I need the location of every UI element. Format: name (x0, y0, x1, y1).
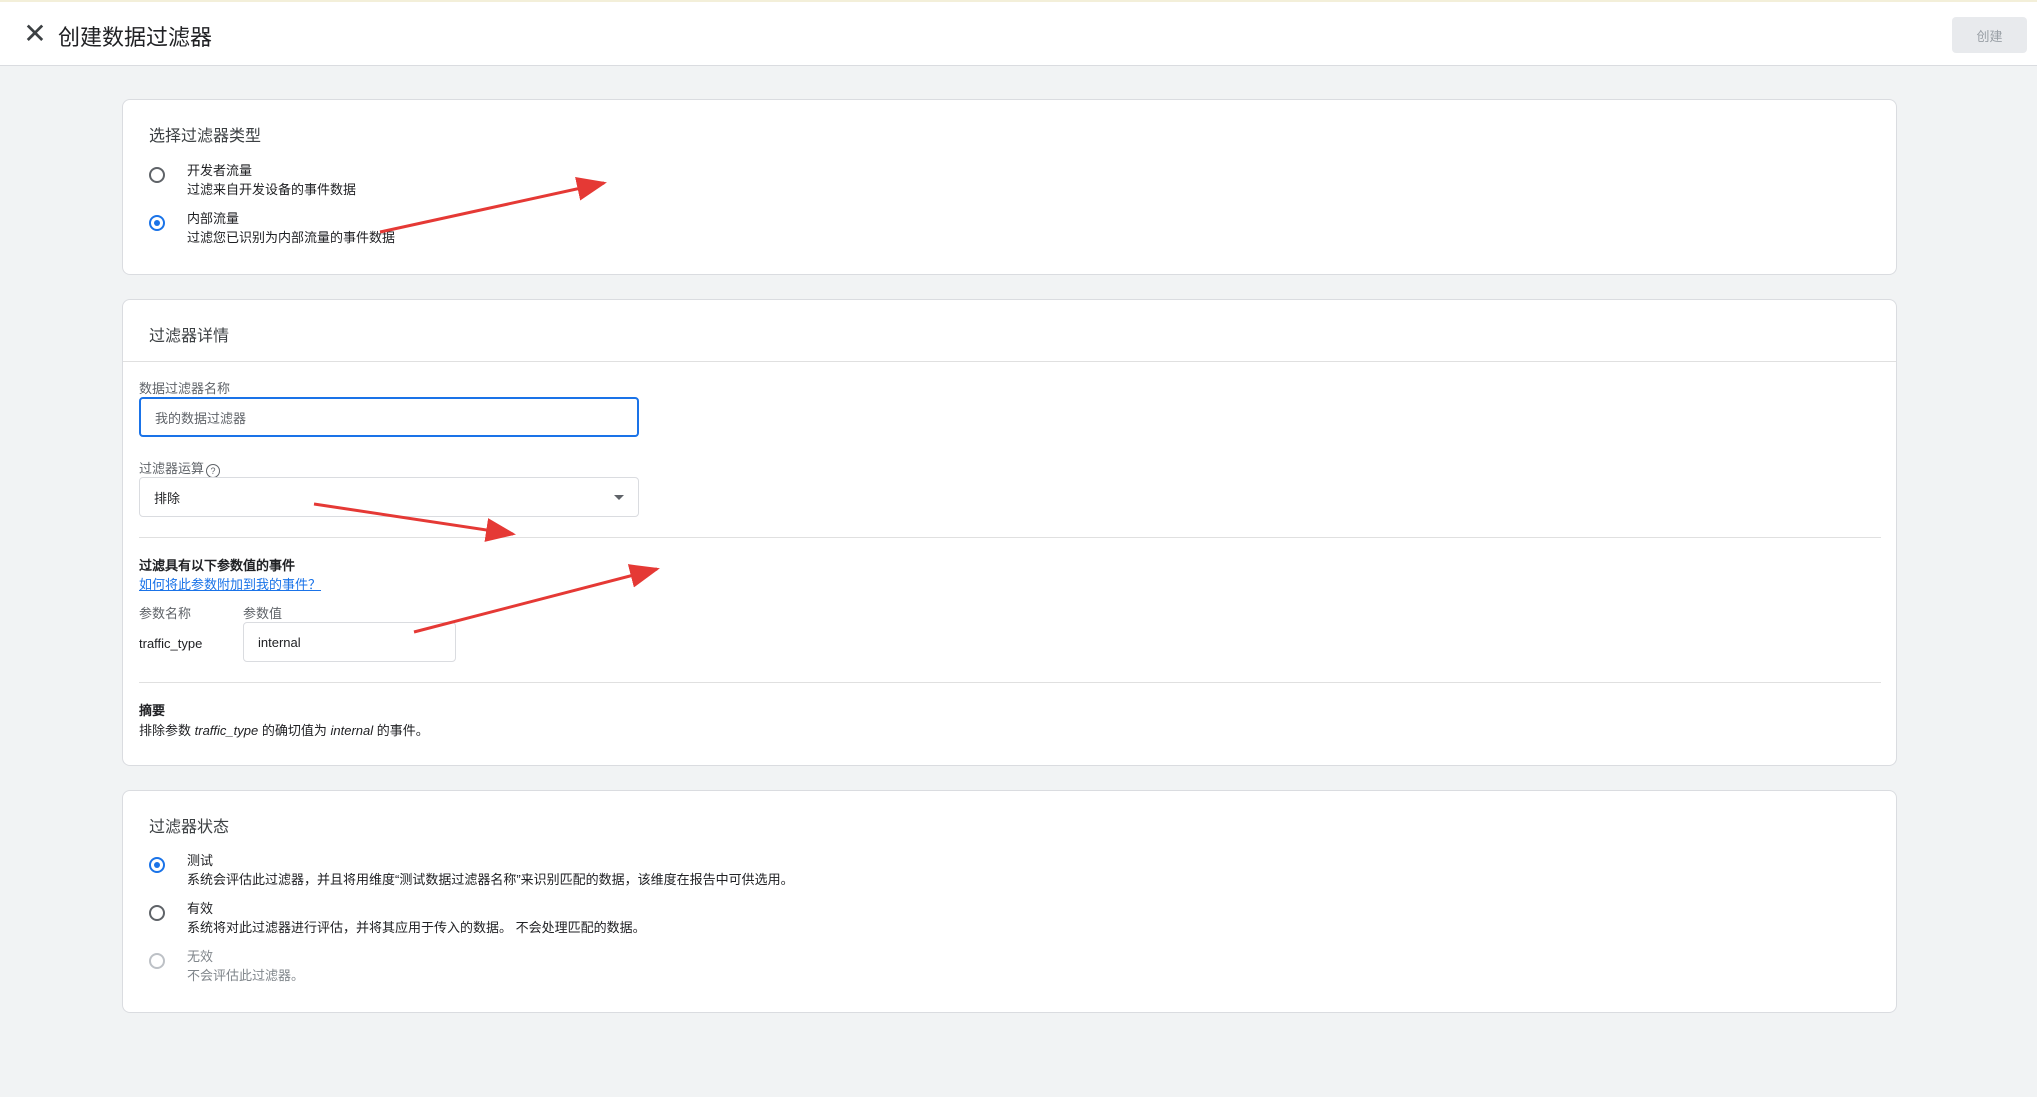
divider (139, 682, 1881, 683)
filter-name-input[interactable]: 我的数据过滤器 (139, 397, 639, 437)
divider (139, 537, 1881, 538)
radio-button-selected[interactable] (149, 215, 165, 231)
summary-value: internal (330, 723, 374, 738)
chevron-down-icon (614, 495, 624, 500)
filter-name-placeholder: 我的数据过滤器 (155, 410, 247, 426)
radio-option-active[interactable]: 有效 系统将对此过滤器进行评估，并将其应用于传入的数据。 不会处理匹配的数据。 (149, 899, 646, 937)
option-description: 系统将对此过滤器进行评估，并将其应用于传入的数据。 不会处理匹配的数据。 (187, 920, 646, 935)
filter-status-card: 过滤器状态 测试 系统会评估此过滤器，并且将用维度“测试数据过滤器名称”来识别匹… (122, 790, 1897, 1013)
filter-type-card: 选择过滤器类型 开发者流量 过滤来自开发设备的事件数据 内部流量 过滤您已识别为… (122, 99, 1897, 275)
divider (123, 361, 1896, 362)
option-description: 过滤您已识别为内部流量的事件数据 (187, 230, 396, 245)
param-value-header: 参数值 (243, 606, 283, 621)
filter-type-title: 选择过滤器类型 (149, 128, 262, 145)
summary-param: traffic_type (194, 723, 259, 738)
page-title: 创建数据过滤器 (58, 25, 213, 50)
filter-operation-select[interactable]: 排除 (139, 477, 639, 517)
summary-suffix: 的事件。 (376, 723, 429, 738)
radio-option-internal[interactable]: 内部流量 过滤您已识别为内部流量的事件数据 (149, 209, 395, 247)
filter-status-title: 过滤器状态 (149, 819, 230, 836)
filter-name-label: 数据过滤器名称 (139, 381, 231, 396)
radio-option-developer[interactable]: 开发者流量 过滤来自开发设备的事件数据 (149, 161, 356, 199)
filter-details-title: 过滤器详情 (149, 328, 230, 345)
filter-operation-value: 排除 (154, 490, 181, 506)
param-name-header: 参数名称 (139, 606, 192, 621)
summary-prefix: 排除参数 (139, 723, 192, 738)
summary-title: 摘要 (139, 703, 166, 718)
radio-option-inactive[interactable]: 无效 不会评估此过滤器。 (149, 947, 304, 985)
close-icon[interactable]: ✕ (20, 18, 50, 49)
radio-button[interactable] (149, 167, 165, 183)
summary-mid: 的确切值为 (261, 723, 327, 738)
option-label: 无效 (187, 949, 214, 964)
option-label: 开发者流量 (187, 163, 253, 178)
option-label: 有效 (187, 901, 214, 916)
param-value-input[interactable]: internal (243, 622, 456, 662)
option-label: 内部流量 (187, 211, 240, 226)
events-section-title: 过滤具有以下参数值的事件 (139, 558, 296, 573)
filter-details-card: 过滤器详情 数据过滤器名称 我的数据过滤器 过滤器运算? 排除 过滤具有以下参数… (122, 299, 1897, 766)
option-label: 测试 (187, 853, 214, 868)
radio-button-selected[interactable] (149, 857, 165, 873)
create-button[interactable]: 创建 (1952, 17, 2027, 53)
filter-operation-label: 过滤器运算? (139, 458, 221, 478)
top-bar: ✕ 创建数据过滤器 创建 (0, 0, 2037, 66)
radio-button-disabled[interactable] (149, 953, 165, 969)
option-description: 系统会评估此过滤器，并且将用维度“测试数据过滤器名称”来识别匹配的数据，该维度在… (187, 872, 794, 887)
param-value: internal (258, 634, 301, 650)
filter-operation-label-text: 过滤器运算 (139, 461, 205, 476)
radio-option-test[interactable]: 测试 系统会评估此过滤器，并且将用维度“测试数据过滤器名称”来识别匹配的数据，该… (149, 851, 794, 889)
help-link[interactable]: 如何将此参数附加到我的事件？ (139, 574, 321, 593)
option-description: 不会评估此过滤器。 (187, 968, 305, 983)
param-name: traffic_type (139, 636, 203, 651)
radio-button[interactable] (149, 905, 165, 921)
option-description: 过滤来自开发设备的事件数据 (187, 182, 357, 197)
summary-text: 排除参数 traffic_type 的确切值为 internal 的事件。 (139, 720, 429, 739)
help-icon[interactable]: ? (206, 464, 221, 478)
